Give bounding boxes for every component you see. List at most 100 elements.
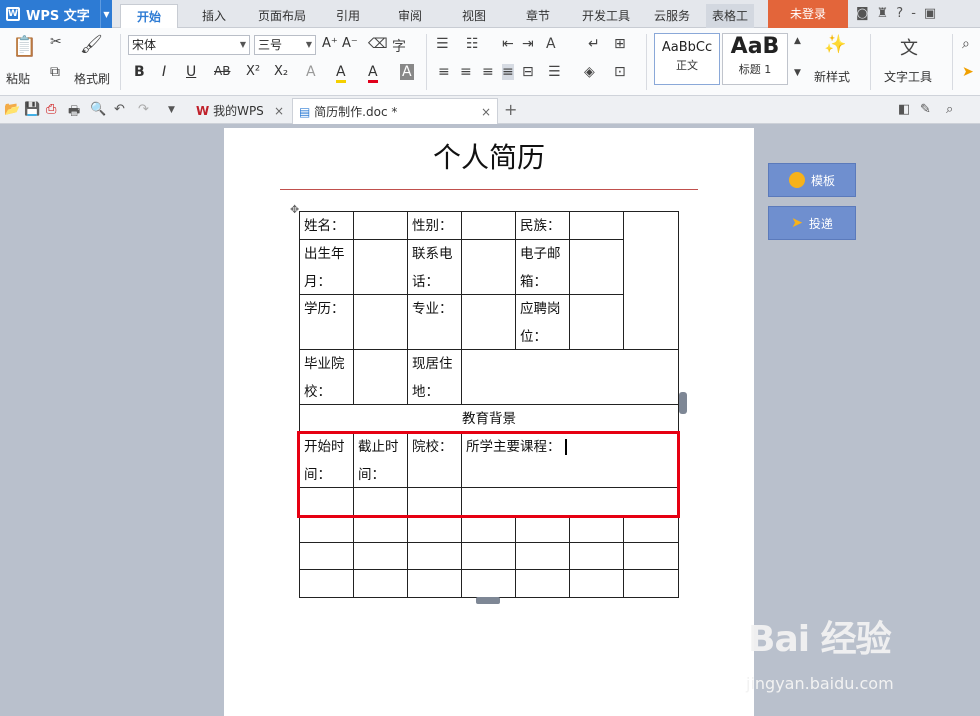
open-icon[interactable]: 📂 bbox=[4, 102, 20, 117]
cell-birth-value[interactable] bbox=[353, 239, 408, 295]
underline-button[interactable]: U bbox=[186, 64, 196, 80]
font-name-select[interactable]: 宋体 ▼ bbox=[128, 35, 250, 55]
styles-scroll-up-icon[interactable]: ▲ bbox=[794, 36, 801, 46]
text-effect-button[interactable]: A bbox=[306, 64, 316, 80]
cell-name-value[interactable] bbox=[353, 211, 408, 240]
highlight-button[interactable]: A bbox=[336, 64, 346, 83]
cell-major-value[interactable] bbox=[461, 294, 516, 350]
table-cell[interactable] bbox=[407, 515, 462, 543]
align-left-icon[interactable]: ≡ bbox=[438, 64, 450, 80]
close-icon[interactable]: × bbox=[274, 98, 284, 124]
copy-icon[interactable]: ⧉ bbox=[50, 64, 60, 80]
table-cell[interactable] bbox=[623, 569, 679, 598]
phonetic-icon[interactable]: 字 bbox=[392, 36, 406, 56]
tab-table-tools[interactable]: 表格工 bbox=[706, 4, 754, 28]
chevron-down-icon[interactable]: ▼ bbox=[100, 0, 112, 28]
shrink-font-button[interactable]: A⁻ bbox=[342, 36, 358, 51]
save-icon[interactable]: 💾 bbox=[24, 102, 40, 117]
char-shading-icon[interactable]: A bbox=[400, 64, 414, 80]
cell-phone-label[interactable]: 联系电话： bbox=[407, 239, 462, 295]
bullet-list-icon[interactable]: ☰ bbox=[436, 36, 449, 52]
tab-home[interactable]: 开始 bbox=[120, 4, 178, 28]
tab-insert[interactable]: 插入 bbox=[192, 4, 236, 28]
distribute-icon[interactable]: ⊟ bbox=[522, 64, 534, 80]
font-color-button[interactable]: A bbox=[368, 64, 378, 83]
undo-icon[interactable]: ↶ bbox=[114, 102, 125, 117]
style-heading-1[interactable]: AaB 标题 1 bbox=[722, 33, 788, 85]
new-style-button[interactable]: 新样式 bbox=[814, 68, 850, 85]
cell-ethnicity-value[interactable] bbox=[569, 211, 624, 240]
add-row-handle[interactable] bbox=[476, 597, 500, 604]
format-painter-button[interactable]: 格式刷 bbox=[74, 70, 110, 87]
table-resize-handle[interactable] bbox=[679, 392, 687, 414]
cut-icon[interactable]: ✂ bbox=[50, 34, 62, 50]
superscript-button[interactable]: X² bbox=[246, 64, 260, 79]
paste-button[interactable]: 粘贴 bbox=[6, 70, 30, 87]
cell-major-label[interactable]: 专业： bbox=[407, 294, 462, 350]
table-cell[interactable] bbox=[407, 569, 462, 598]
font-size-select[interactable]: 三号 ▼ bbox=[254, 35, 316, 55]
table-cell[interactable] bbox=[353, 542, 408, 570]
justify-icon[interactable]: ≡ bbox=[502, 64, 514, 80]
cell-address-label[interactable]: 现居住地： bbox=[407, 349, 462, 405]
search-icon[interactable]: ⌕ bbox=[946, 102, 953, 117]
line-spacing-icon[interactable]: ☰ bbox=[548, 64, 561, 80]
italic-button[interactable]: I bbox=[162, 64, 166, 80]
table-cell[interactable] bbox=[299, 515, 354, 543]
numbered-list-icon[interactable]: ☷ bbox=[466, 36, 479, 52]
cell-education-label[interactable]: 学历： bbox=[299, 294, 354, 350]
table-cell[interactable] bbox=[407, 542, 462, 570]
tab-page-layout[interactable]: 页面布局 bbox=[254, 4, 310, 28]
cell-position-label[interactable]: 应聘岗位： bbox=[515, 294, 570, 350]
pdf-icon[interactable]: ⎙ bbox=[46, 102, 56, 117]
borders-icon[interactable]: ⊞ bbox=[614, 36, 626, 52]
cell-school-label[interactable]: 毕业院校： bbox=[299, 349, 354, 405]
grow-font-button[interactable]: A⁺ bbox=[322, 36, 338, 51]
table-cell[interactable] bbox=[515, 542, 570, 570]
strikethrough-button[interactable]: AB bbox=[214, 64, 230, 78]
table-cell[interactable] bbox=[623, 542, 679, 570]
table-cell[interactable] bbox=[461, 542, 516, 570]
redo-icon[interactable]: ↷ bbox=[138, 102, 149, 117]
text-tools-icon[interactable]: 文 bbox=[900, 34, 918, 60]
tab-view[interactable]: 视图 bbox=[456, 4, 492, 28]
cell-school-value[interactable] bbox=[353, 349, 408, 405]
tab-review[interactable]: 审阅 bbox=[392, 4, 428, 28]
align-center-icon[interactable]: ≡ bbox=[460, 64, 472, 80]
cell-phone-value[interactable] bbox=[461, 239, 516, 295]
skin-icon[interactable]: ◙ bbox=[856, 6, 869, 21]
tab-developer-tools[interactable]: 开发工具 bbox=[576, 4, 636, 28]
shading-icon[interactable]: ◈ bbox=[584, 64, 595, 80]
table-cell[interactable] bbox=[569, 515, 624, 543]
cell-email-value[interactable] bbox=[569, 239, 624, 295]
page-title[interactable]: 个人简历 bbox=[224, 136, 754, 176]
app-menu-button[interactable]: W WPS 文字 ▼ bbox=[0, 0, 112, 28]
cell-position-value[interactable] bbox=[569, 294, 624, 350]
chinese-layout-icon[interactable]: A bbox=[546, 36, 556, 52]
shirt-icon[interactable]: ♜ bbox=[877, 6, 889, 21]
new-style-icon[interactable]: ✨ bbox=[824, 34, 846, 55]
cell-address-value[interactable] bbox=[461, 349, 679, 405]
tab-cloud-service[interactable]: 云服务 bbox=[648, 4, 696, 28]
cell-ethnicity-label[interactable]: 民族： bbox=[515, 211, 570, 240]
login-button[interactable]: 未登录 bbox=[768, 0, 848, 28]
find-icon[interactable]: ⌕ bbox=[962, 36, 970, 52]
chevron-down-icon[interactable]: ▼ bbox=[168, 105, 175, 115]
styles-scroll-down-icon[interactable]: ▼ bbox=[794, 68, 801, 78]
select-icon[interactable]: ➤ bbox=[962, 64, 974, 80]
cell-gender-label[interactable]: 性别： bbox=[407, 211, 462, 240]
tab-my-wps[interactable]: W 我的WPS × bbox=[190, 98, 290, 124]
table-cell[interactable] bbox=[515, 515, 570, 543]
print-icon[interactable]: 🖶 bbox=[68, 102, 80, 124]
table-cell[interactable] bbox=[623, 515, 679, 543]
clear-format-icon[interactable]: ⌫ bbox=[368, 36, 388, 52]
template-button[interactable]: 模板 bbox=[768, 163, 856, 197]
cell-email-label[interactable]: 电子邮箱： bbox=[515, 239, 570, 295]
table-cell[interactable] bbox=[569, 569, 624, 598]
table-cell[interactable] bbox=[353, 515, 408, 543]
table-cell[interactable] bbox=[569, 542, 624, 570]
table-borders-icon[interactable]: ⊡ bbox=[614, 64, 626, 80]
subscript-button[interactable]: X₂ bbox=[274, 64, 288, 79]
paste-icon[interactable]: 📋 bbox=[12, 34, 37, 58]
table-cell[interactable] bbox=[299, 542, 354, 570]
